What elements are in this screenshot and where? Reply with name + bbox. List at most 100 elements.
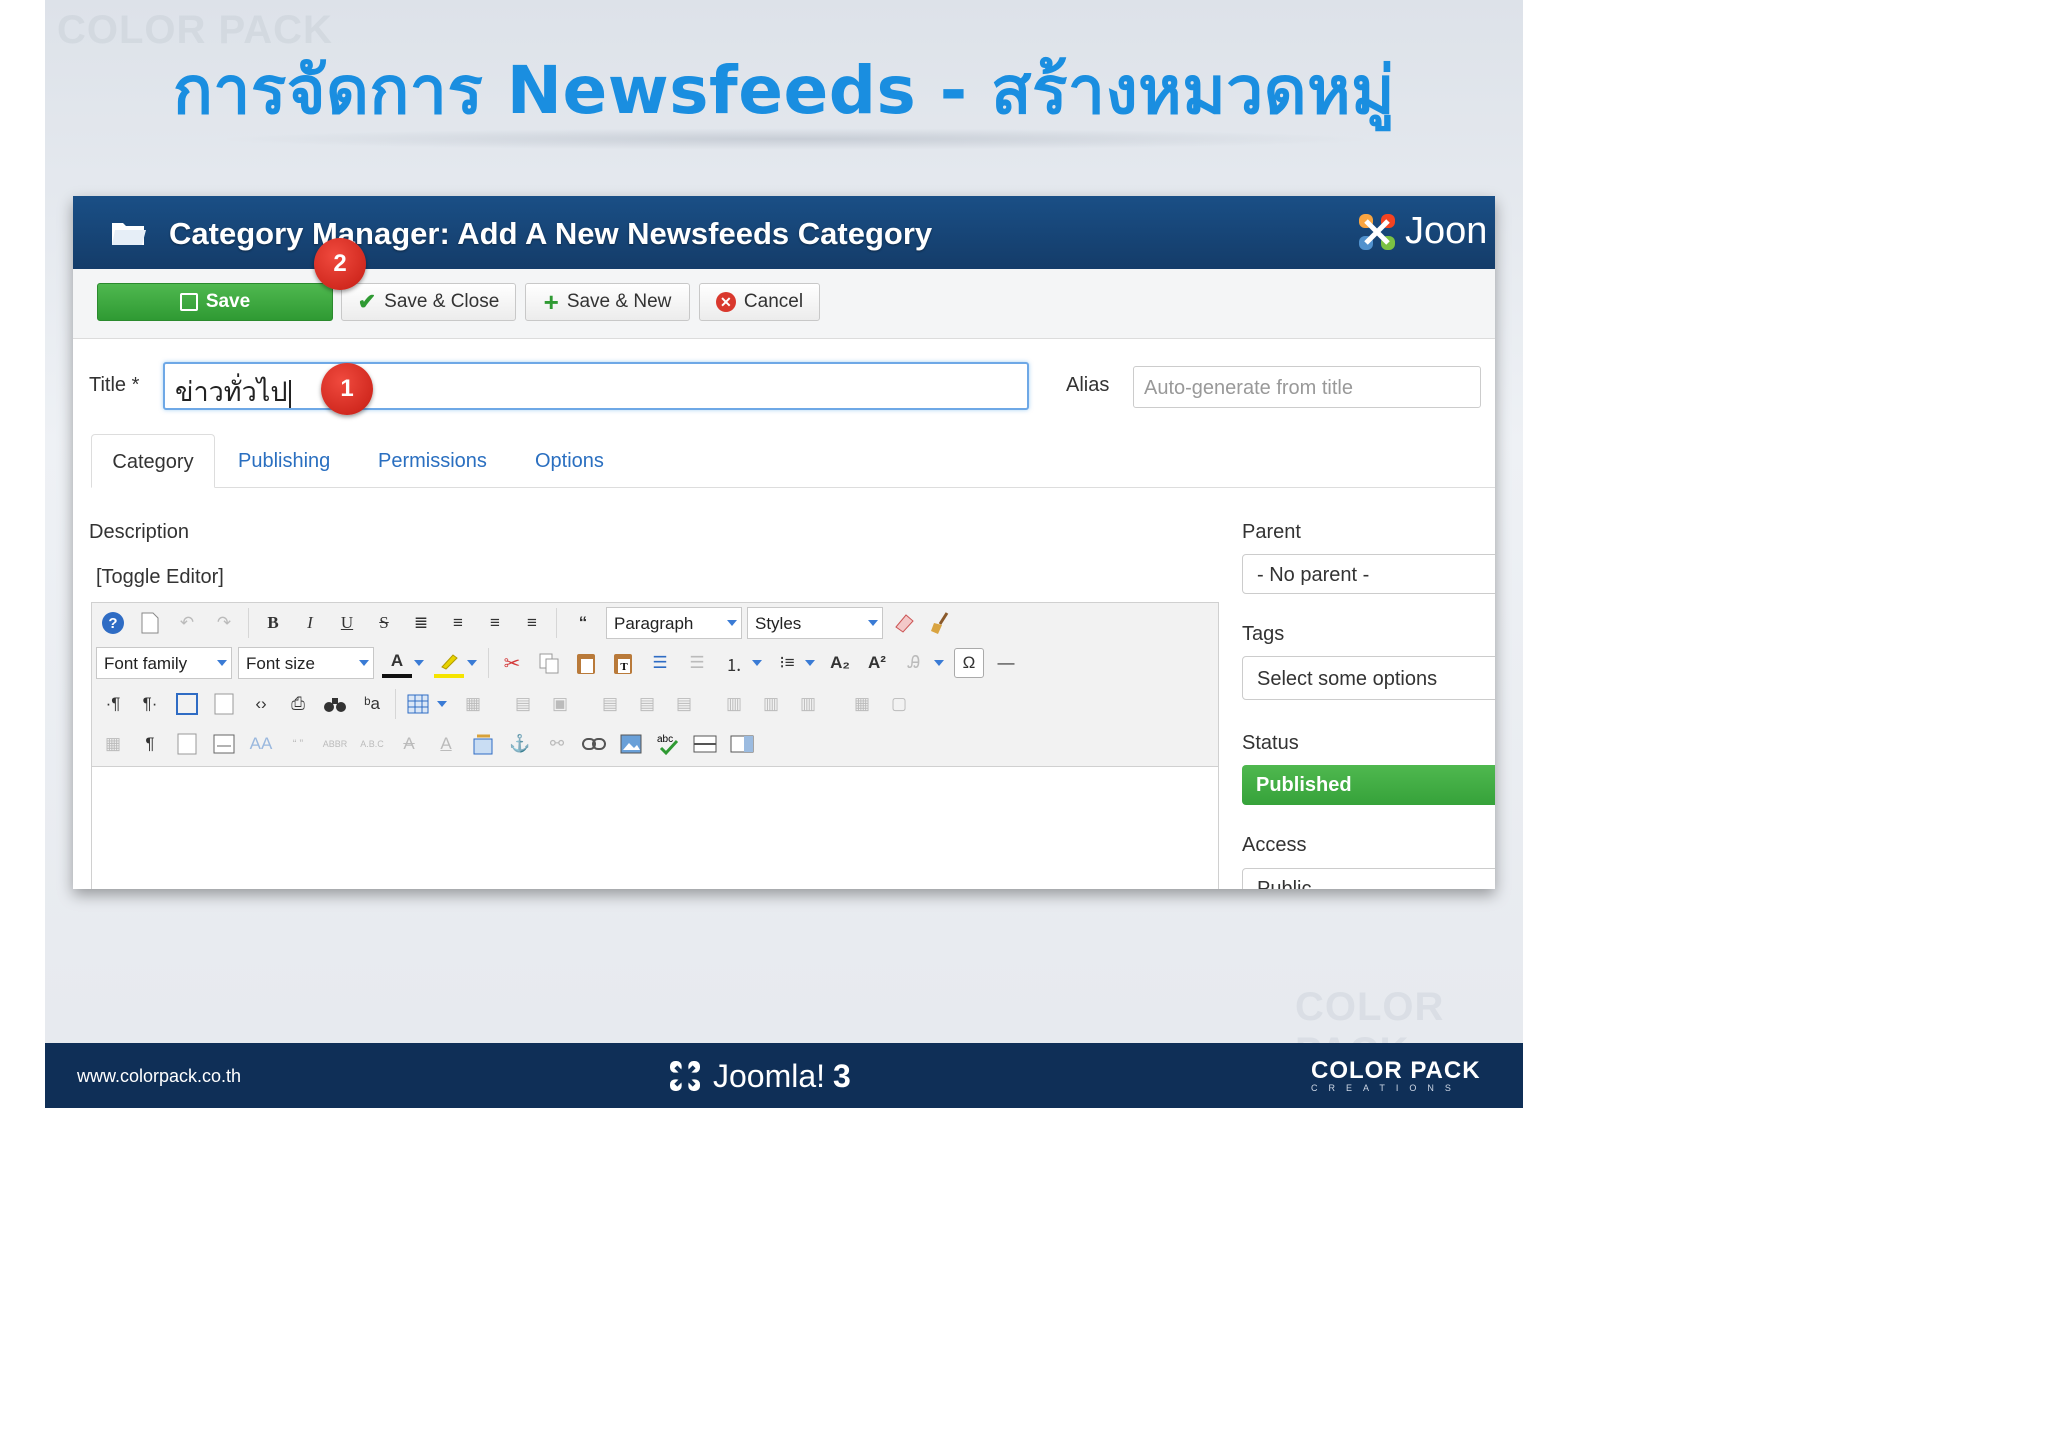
underline-icon[interactable]: U	[332, 608, 362, 638]
tab-options[interactable]: Options	[535, 434, 604, 488]
split-cells-icon[interactable]: ▦	[847, 689, 877, 719]
insert-table-icon[interactable]	[404, 689, 434, 719]
special-format-icon[interactable]: Ꭿ	[899, 648, 929, 678]
chevron-down-icon[interactable]	[934, 660, 944, 666]
chevron-down-icon[interactable]	[437, 701, 447, 707]
plus-icon: +	[543, 287, 559, 317]
delete-col-icon[interactable]: ▥	[793, 689, 823, 719]
style-props-icon[interactable]: AA	[246, 729, 276, 759]
ltr-icon[interactable]: ·¶	[98, 689, 128, 719]
text-color-icon[interactable]: A	[382, 648, 412, 678]
font-size-select[interactable]: Font size	[238, 647, 374, 679]
tab-permissions[interactable]: Permissions	[378, 434, 487, 488]
insert-col-before-icon[interactable]: ▥	[719, 689, 749, 719]
numbered-list-icon[interactable]: ⒈	[719, 648, 749, 678]
insert-row-after-icon[interactable]: ▤	[632, 689, 662, 719]
chevron-down-icon[interactable]	[467, 660, 477, 666]
justify-full-icon[interactable]: ≣	[406, 608, 436, 638]
insert-row-before-icon[interactable]: ▤	[595, 689, 625, 719]
cancel-button[interactable]: ✕ Cancel	[699, 283, 820, 321]
insert-text-icon[interactable]: A	[431, 729, 461, 759]
insert-template-icon[interactable]	[209, 689, 239, 719]
search-binoculars-icon[interactable]	[320, 689, 350, 719]
title-input[interactable]: ข่าวทั่วไป	[163, 362, 1029, 410]
copy-icon[interactable]	[534, 648, 564, 678]
abbreviation-icon[interactable]: ABBR	[320, 729, 350, 759]
visual-aid-icon[interactable]: ▦	[98, 729, 128, 759]
spellcheck-icon[interactable]: abc	[653, 729, 683, 759]
cell-props-icon[interactable]: ▣	[545, 689, 575, 719]
strikethrough-icon[interactable]: S	[369, 608, 399, 638]
insert-layer-icon[interactable]	[172, 729, 202, 759]
source-code-icon[interactable]: ‹›	[246, 689, 276, 719]
acronym-icon[interactable]: A.B.C	[357, 729, 387, 759]
font-family-select[interactable]: Font family	[96, 647, 232, 679]
tab-category[interactable]: Category	[91, 434, 215, 488]
align-right-icon[interactable]: ≡	[517, 608, 547, 638]
paste-text-icon[interactable]: T	[608, 648, 638, 678]
superscript-icon[interactable]: A²	[862, 648, 892, 678]
access-select[interactable]: Public	[1242, 868, 1495, 889]
joomla-logo-text: Joon	[1405, 210, 1488, 252]
save-close-button[interactable]: ✔ Save & Close	[341, 283, 516, 321]
citation-icon[interactable]: “ ”	[283, 729, 313, 759]
page-break-icon[interactable]	[209, 729, 239, 759]
find-replace-icon[interactable]: ᵇa	[357, 689, 387, 719]
tags-label: Tags	[1242, 623, 1285, 645]
print-icon[interactable]: ⎙	[283, 689, 313, 719]
format-select[interactable]: Paragraph	[606, 607, 742, 639]
redo-icon[interactable]: ↷	[209, 608, 239, 638]
show-blocks-icon[interactable]: ¶	[135, 729, 165, 759]
merge-cells-icon[interactable]: ▢	[884, 689, 914, 719]
status-select[interactable]: Published	[1242, 765, 1495, 805]
special-character-icon[interactable]: Ω	[954, 648, 984, 678]
save-button[interactable]: Save	[97, 283, 333, 321]
cleanup-broom-icon[interactable]	[926, 608, 956, 638]
italic-icon[interactable]: I	[295, 608, 325, 638]
bold-icon[interactable]: B	[258, 608, 288, 638]
insert-image-icon[interactable]	[616, 729, 646, 759]
alias-input[interactable]: Auto-generate from title	[1133, 366, 1481, 408]
link-icon[interactable]	[579, 729, 609, 759]
delete-table-icon[interactable]: ▦	[458, 689, 488, 719]
align-left-icon[interactable]: ≡	[480, 608, 510, 638]
save-new-button[interactable]: + Save & New	[525, 283, 690, 321]
delete-text-icon[interactable]: A	[394, 729, 424, 759]
help-icon[interactable]: ?	[98, 608, 128, 638]
insert-col-after-icon[interactable]: ▥	[756, 689, 786, 719]
horizontal-rule-icon[interactable]: —	[991, 648, 1021, 678]
cancel-label: Cancel	[743, 291, 804, 312]
chevron-down-icon[interactable]	[805, 660, 815, 666]
cut-icon[interactable]: ✂	[497, 648, 527, 678]
insert-article-icon[interactable]	[690, 729, 720, 759]
outdent-icon[interactable]: ☰	[682, 648, 712, 678]
row-props-icon[interactable]: ▤	[508, 689, 538, 719]
blockquote-icon[interactable]: “	[568, 608, 598, 638]
parent-select[interactable]: - No parent -	[1242, 554, 1495, 594]
slide-footer: www.colorpack.co.th Joomla! 3 COLOR PACK…	[45, 1043, 1523, 1108]
undo-icon[interactable]: ↶	[172, 608, 202, 638]
chevron-down-icon[interactable]	[752, 660, 762, 666]
tab-publishing[interactable]: Publishing	[238, 434, 330, 488]
unlink-icon[interactable]: ⚯	[542, 729, 572, 759]
toggle-editor-link[interactable]: [Toggle Editor]	[96, 566, 224, 589]
indent-icon[interactable]: ☰	[645, 648, 675, 678]
anchor-icon[interactable]: ⚓	[505, 729, 535, 759]
paste-icon[interactable]	[571, 648, 601, 678]
eraser-icon[interactable]	[889, 608, 919, 638]
new-document-icon[interactable]	[135, 608, 165, 638]
edit-attributes-icon[interactable]	[468, 729, 498, 759]
rtl-icon[interactable]: ¶·	[135, 689, 165, 719]
bullet-list-icon[interactable]: ⁝≡	[772, 648, 802, 678]
step-badge-1: 1	[321, 363, 373, 415]
chevron-down-icon[interactable]	[414, 660, 424, 666]
styles-select[interactable]: Styles	[747, 607, 883, 639]
fullscreen-icon[interactable]	[172, 689, 202, 719]
subscript-icon[interactable]: A₂	[825, 648, 855, 678]
align-center-icon[interactable]: ≡	[443, 608, 473, 638]
svg-text:T: T	[620, 661, 628, 673]
tags-input[interactable]: Select some options	[1242, 656, 1495, 700]
highlight-color-icon[interactable]	[434, 648, 464, 678]
read-more-icon[interactable]	[727, 729, 757, 759]
delete-row-icon[interactable]: ▤	[669, 689, 699, 719]
